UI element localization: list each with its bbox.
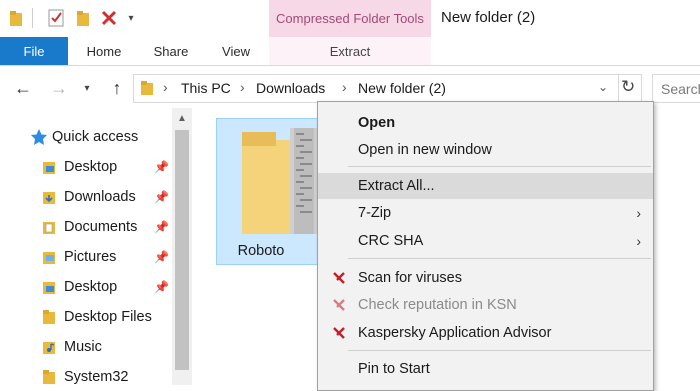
- sidebar-item-label: Downloads: [64, 189, 136, 205]
- compressed-folder-icon[interactable]: [238, 128, 318, 243]
- sidebar-item-desktop-2[interactable]: Desktop: [42, 274, 117, 300]
- sidebar-item-music[interactable]: Music: [42, 334, 102, 360]
- sidebar-item-desktop-files[interactable]: Desktop Files: [42, 304, 152, 330]
- desktop-folder-icon: [42, 159, 64, 175]
- folder-icon: [42, 309, 64, 325]
- menu-item-kaspersky-application-advisor[interactable]: Kaspersky Application Advisor: [318, 320, 653, 346]
- folder-icon: [8, 7, 24, 29]
- menu-item-open[interactable]: Open: [318, 110, 653, 136]
- menu-item-open-in-new-window[interactable]: Open in new window: [318, 137, 653, 163]
- menu-item-pin-to-start[interactable]: Pin to Start: [318, 356, 653, 382]
- forward-arrow-icon[interactable]: →: [48, 77, 70, 99]
- compressed-folder-tools-header: Compressed Folder Tools: [269, 0, 431, 37]
- divider: [618, 74, 619, 103]
- properties-icon[interactable]: [46, 7, 66, 29]
- menu-item-7-zip[interactable]: 7-Zip ›: [318, 200, 653, 226]
- sidebar-item-downloads[interactable]: Downloads: [42, 184, 136, 210]
- scrollbar-thumb[interactable]: [175, 130, 189, 370]
- tab-extract[interactable]: Extract: [269, 37, 431, 65]
- kaspersky-icon: [332, 326, 346, 344]
- desktop-folder-icon: [42, 279, 64, 295]
- kaspersky-icon: [332, 271, 346, 289]
- sidebar-item-label: System32: [64, 369, 129, 385]
- menu-item-label: Open: [358, 115, 396, 131]
- menu-separator: [348, 166, 651, 167]
- sidebar-item-system32[interactable]: System32: [42, 364, 128, 390]
- folder-icon: [140, 80, 154, 101]
- refresh-icon[interactable]: ↻: [621, 77, 635, 97]
- search-input[interactable]: Search: [652, 74, 700, 103]
- submenu-arrow-icon: ›: [636, 233, 641, 249]
- folder-icon: [42, 369, 64, 385]
- menu-item-label: Pin to Start: [358, 361, 430, 377]
- menu-item-label: Kaspersky Application Advisor: [358, 325, 552, 341]
- divider: [32, 8, 33, 28]
- pin-icon[interactable]: 📌: [154, 220, 169, 234]
- menu-item-scan-for-viruses[interactable]: Scan for viruses: [318, 265, 653, 291]
- tab-file[interactable]: File: [0, 37, 68, 65]
- tab-share[interactable]: Share: [145, 37, 197, 65]
- sidebar-item-label: Pictures: [64, 249, 117, 265]
- breadcrumb-this-pc[interactable]: This PC: [181, 80, 231, 96]
- sidebar-item-desktop[interactable]: Desktop: [42, 154, 117, 180]
- tab-view[interactable]: View: [212, 37, 260, 65]
- delete-icon[interactable]: [100, 7, 118, 29]
- sidebar-item-quick-access[interactable]: Quick access: [30, 124, 138, 150]
- address-dropdown-chevron-icon[interactable]: ⌄: [598, 80, 608, 94]
- up-arrow-icon[interactable]: ↑: [106, 77, 128, 99]
- breadcrumb-separator-icon[interactable]: ›: [342, 79, 347, 95]
- tab-home[interactable]: Home: [78, 37, 130, 65]
- pin-icon[interactable]: 📌: [154, 250, 169, 264]
- menu-item-label: 7-Zip: [358, 205, 392, 221]
- breadcrumb-separator-icon[interactable]: ›: [240, 79, 245, 95]
- pin-icon[interactable]: 📌: [154, 280, 169, 294]
- documents-folder-icon: [42, 219, 64, 235]
- menu-item-check-reputation-in-ksn[interactable]: Check reputation in KSN: [318, 292, 653, 318]
- window-title: New folder (2): [441, 9, 536, 26]
- downloads-folder-icon: [42, 189, 64, 205]
- breadcrumb-downloads[interactable]: Downloads: [256, 80, 325, 96]
- menu-item-crc-sha[interactable]: CRC SHA ›: [318, 228, 653, 254]
- menu-separator: [348, 350, 651, 351]
- file-name: Roboto: [237, 243, 285, 259]
- menu-item-label: Scan for viruses: [358, 270, 462, 286]
- sidebar-item-label: Desktop: [64, 159, 118, 175]
- scroll-up-arrow-icon[interactable]: ▲: [172, 108, 192, 128]
- new-folder-icon[interactable]: [74, 7, 92, 29]
- sidebar-item-pictures[interactable]: Pictures: [42, 244, 116, 270]
- menu-item-label: Extract All...: [358, 178, 435, 194]
- sidebar-item-label: Quick access: [52, 129, 139, 145]
- star-icon: [30, 128, 52, 146]
- music-folder-icon: [42, 339, 64, 355]
- menu-item-label: Open in new window: [358, 142, 492, 158]
- recent-locations-chevron-icon[interactable]: ▾: [80, 77, 94, 99]
- sidebar-item-documents[interactable]: Documents: [42, 214, 137, 240]
- sidebar-item-label: Desktop: [64, 279, 118, 295]
- breadcrumb-new-folder-2[interactable]: New folder (2): [358, 80, 446, 96]
- pin-icon[interactable]: 📌: [154, 160, 169, 174]
- menu-item-label: Check reputation in KSN: [358, 297, 517, 313]
- submenu-arrow-icon: ›: [636, 205, 641, 221]
- kaspersky-icon: [332, 298, 346, 316]
- back-arrow-icon[interactable]: ←: [12, 77, 34, 99]
- sidebar-item-label: Music: [64, 339, 102, 355]
- pin-icon[interactable]: 📌: [154, 190, 169, 204]
- menu-item-extract-all[interactable]: Extract All...: [318, 173, 653, 199]
- sidebar-item-label: Desktop Files: [64, 309, 152, 325]
- customize-toolbar-chevron-icon[interactable]: ▾: [124, 7, 138, 29]
- menu-separator: [348, 258, 651, 259]
- breadcrumb-separator-icon[interactable]: ›: [163, 79, 168, 95]
- sidebar-item-label: Documents: [64, 219, 138, 235]
- menu-item-label: CRC SHA: [358, 233, 424, 249]
- pictures-folder-icon: [42, 249, 64, 265]
